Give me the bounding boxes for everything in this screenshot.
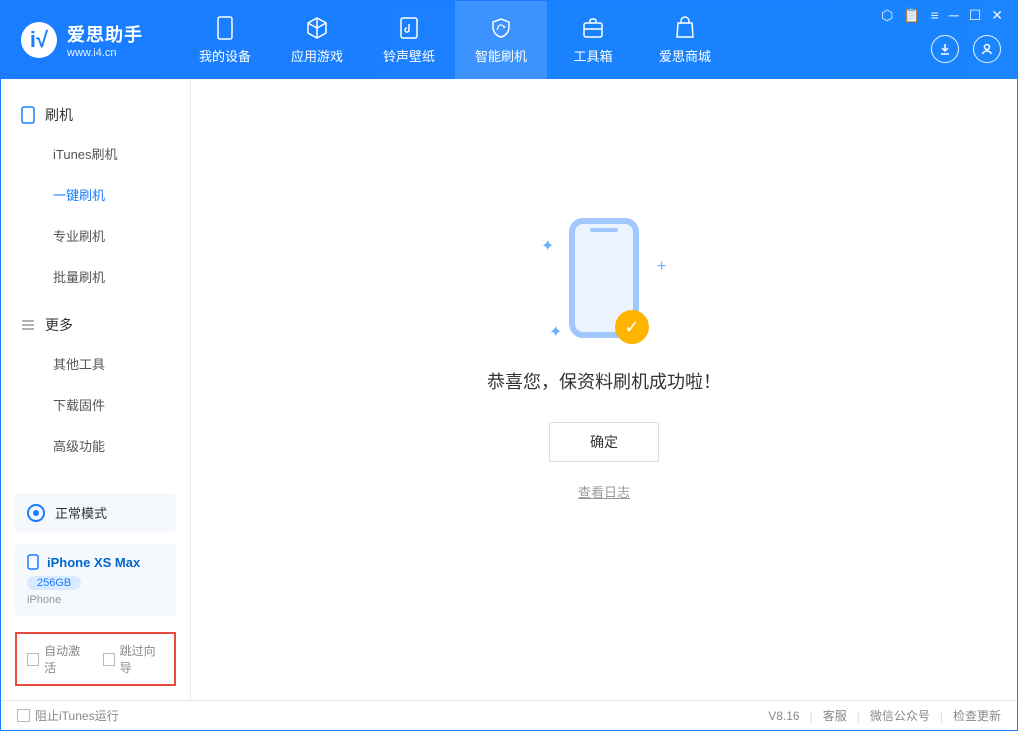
sidebar-section-flash: 刷机 (1, 97, 190, 133)
header: i√ 爱思助手 www.i4.cn 我的设备 应用游戏 铃声壁纸 智能刷机 工具… (1, 1, 1017, 79)
app-url: www.i4.cn (67, 47, 143, 59)
close-icon[interactable]: ✕ (991, 7, 1003, 24)
music-file-icon (397, 16, 421, 40)
success-message: 恭喜您，保资料刷机成功啦！ (487, 368, 721, 394)
menu-icon[interactable]: ≡ (931, 7, 939, 24)
check-badge-icon: ✓ (615, 310, 649, 344)
footer-link-wechat[interactable]: 微信公众号 (870, 707, 930, 724)
tab-toolbox[interactable]: 工具箱 (547, 1, 639, 79)
header-right: ⬡ 📋 ≡ ─ ☐ ✕ (931, 1, 1017, 79)
checkbox-auto-activate[interactable]: 自动激活 (27, 642, 89, 676)
mode-card[interactable]: 正常模式 (15, 493, 176, 532)
bag-icon (673, 16, 697, 40)
sidebar-item-download-firmware[interactable]: 下载固件 (1, 384, 190, 425)
sidebar-item-itunes-flash[interactable]: iTunes刷机 (1, 133, 190, 174)
maximize-icon[interactable]: ☐ (969, 7, 982, 24)
confirm-button[interactable]: 确定 (549, 422, 659, 462)
device-type: iPhone (27, 594, 164, 606)
tab-store[interactable]: 爱思商城 (639, 1, 731, 79)
footer-link-update[interactable]: 检查更新 (953, 707, 1001, 724)
mode-label: 正常模式 (55, 503, 107, 522)
success-illustration: ✦ ✦ + ✓ (569, 218, 639, 338)
tab-my-device[interactable]: 我的设备 (179, 1, 271, 79)
main-content: ✦ ✦ + ✓ 恭喜您，保资料刷机成功啦！ 确定 查看日志 (191, 79, 1017, 700)
sparkle-icon: ✦ (541, 236, 549, 244)
sparkle-icon: ✦ (549, 322, 557, 330)
shirt-icon[interactable]: ⬡ (881, 7, 893, 24)
sidebar-item-pro-flash[interactable]: 专业刷机 (1, 215, 190, 256)
device-name: iPhone XS Max (47, 555, 140, 570)
device-card[interactable]: iPhone XS Max 256GB iPhone (15, 544, 176, 616)
sidebar-item-advanced[interactable]: 高级功能 (1, 425, 190, 466)
window-controls: ⬡ 📋 ≡ ─ ☐ ✕ (881, 7, 1003, 24)
app-title: 爱思助手 (67, 21, 143, 47)
download-button[interactable] (931, 35, 959, 63)
sidebar-item-other-tools[interactable]: 其他工具 (1, 343, 190, 384)
user-button[interactable] (973, 35, 1001, 63)
footer: 阻止iTunes运行 V8.16 | 客服 | 微信公众号 | 检查更新 (1, 700, 1017, 730)
mode-icon (27, 504, 45, 522)
sidebar-section-more: 更多 (1, 307, 190, 343)
footer-link-support[interactable]: 客服 (823, 707, 847, 724)
version-label: V8.16 (768, 709, 799, 723)
list-icon (21, 318, 35, 332)
sidebar-item-oneclick-flash[interactable]: 一键刷机 (1, 174, 190, 215)
view-log-link[interactable]: 查看日志 (578, 482, 630, 501)
sidebar-item-batch-flash[interactable]: 批量刷机 (1, 256, 190, 297)
phone-small-icon (21, 106, 35, 124)
tab-ringtone-wallpaper[interactable]: 铃声壁纸 (363, 1, 455, 79)
sparkle-icon: + (657, 258, 665, 266)
tab-apps-games[interactable]: 应用游戏 (271, 1, 363, 79)
cube-icon (305, 16, 329, 40)
device-capacity: 256GB (27, 576, 81, 590)
device-phone-icon (27, 554, 39, 570)
tab-smart-flash[interactable]: 智能刷机 (455, 1, 547, 79)
checkbox-skip-wizard[interactable]: 跳过向导 (103, 642, 165, 676)
options-row: 自动激活 跳过向导 (15, 632, 176, 686)
note-icon[interactable]: 📋 (903, 7, 920, 24)
checkbox-block-itunes[interactable]: 阻止iTunes运行 (17, 707, 119, 724)
logo-icon: i√ (21, 22, 57, 58)
shield-refresh-icon (489, 16, 513, 40)
logo[interactable]: i√ 爱思助手 www.i4.cn (1, 21, 163, 59)
phone-icon (213, 16, 237, 40)
briefcase-icon (581, 16, 605, 40)
main-tabs: 我的设备 应用游戏 铃声壁纸 智能刷机 工具箱 爱思商城 (179, 1, 731, 79)
sidebar: 刷机 iTunes刷机 一键刷机 专业刷机 批量刷机 更多 其他工具 下载固件 … (1, 79, 191, 700)
minimize-icon[interactable]: ─ (949, 7, 959, 24)
